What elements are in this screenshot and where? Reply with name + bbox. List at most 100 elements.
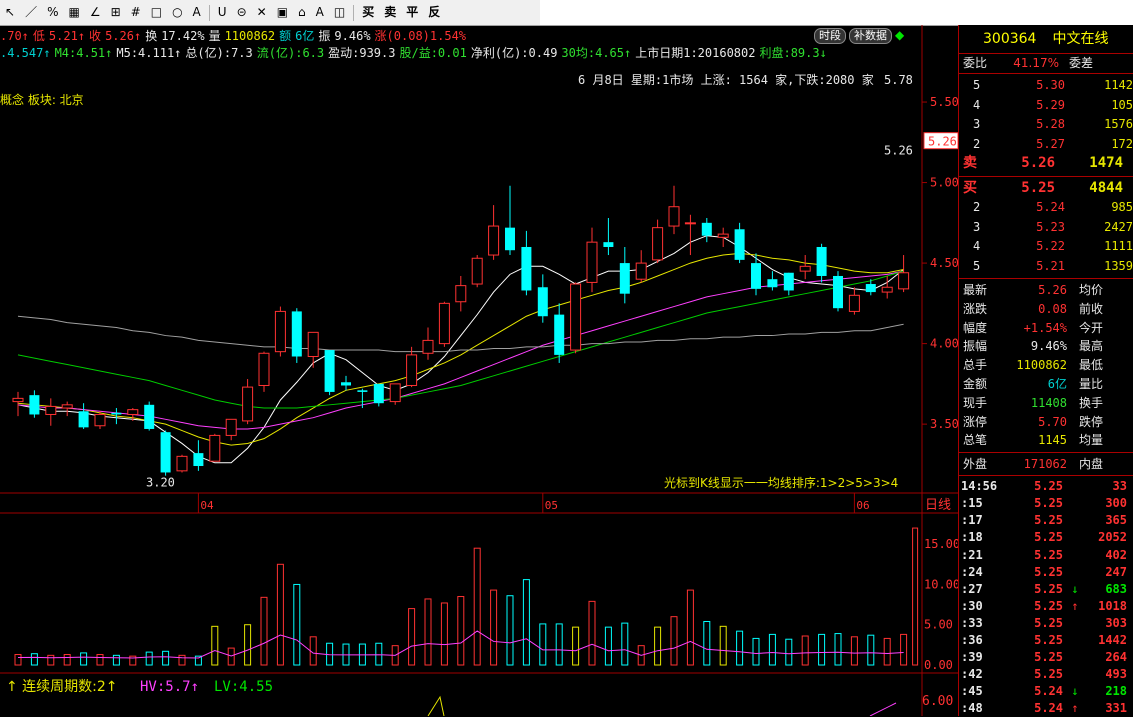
tick-volume: 331	[1105, 701, 1127, 716]
volume-bar	[670, 616, 678, 666]
buy-level-row[interactable]: 5 5.21 1359	[959, 257, 1133, 277]
tick-volume: 300	[1105, 496, 1127, 511]
buy-level-row[interactable]: 2 5.24 985	[959, 198, 1133, 218]
stock-code: 300364	[983, 31, 1037, 47]
quote-table: 最新 5.26 均价 涨跌 0.08 前收 幅度 +1.54% 今开 振幅 9.46% 最高 总手 110…	[959, 279, 1133, 454]
tick-arrow-icon: ↓	[1071, 581, 1079, 596]
buy-order-book: 买 5.25 4844 2 5.24 985 3 5.23 2427 4 5.22 1111 5 5.21…	[959, 177, 1133, 279]
candle-body-down	[767, 279, 778, 288]
quote-row: 涨停 5.70 跌停	[959, 413, 1133, 432]
tool-eraser-icon[interactable]: ⊝	[232, 2, 252, 23]
tool-grid-icon[interactable]: ▦	[63, 2, 84, 23]
sell-level-row[interactable]: 3 5.28 1576	[959, 115, 1133, 135]
volume-bar	[30, 653, 38, 666]
tick-row: :42 5.25 493	[959, 666, 1133, 683]
price-tick-label: 5.50	[930, 95, 958, 109]
volume-bar	[912, 527, 919, 666]
tool-lock-icon[interactable]: ▣	[272, 2, 293, 23]
candle-body-up	[406, 354, 418, 386]
weibi-label: 委比	[963, 56, 988, 70]
tick-list[interactable]: 14:56 5.25 33:15 5.25 300:17 5.25 365:18 5.25 20…	[959, 476, 1133, 717]
quote-label: 总笔	[963, 433, 988, 448]
quote-label-right: 最低	[1079, 358, 1104, 373]
quote-label: 幅度	[963, 320, 988, 335]
volume-bar	[736, 630, 744, 666]
tick-volume: 1018	[1098, 598, 1127, 613]
outer-label: 外盘	[963, 457, 988, 472]
tool-buy-icon[interactable]: 买	[357, 2, 379, 23]
tick-volume: 33	[1112, 479, 1127, 494]
candle-body-up	[881, 286, 893, 293]
tick-volume: 303	[1105, 615, 1127, 630]
kline-chart[interactable]: 5.50 5.00 4.50 4.00 3.50 04 05 06 光标到K线显示一一均线排序:…	[0, 25, 958, 716]
quote-label-right: 跌停	[1079, 414, 1104, 429]
buy-level-row[interactable]: 3 5.23 2427	[959, 218, 1133, 238]
level-volume: 1142	[1104, 78, 1133, 92]
tool-home-icon[interactable]: ⌂	[293, 2, 311, 23]
indicator-prefix: ↑ 连续周期数:2↑	[6, 678, 118, 695]
tick-time: :45	[961, 684, 983, 699]
candle-body-down	[734, 229, 745, 260]
tool-layer-icon[interactable]: ◫	[329, 2, 350, 23]
tool-sell-icon[interactable]: 卖	[379, 2, 401, 23]
quote-value: +1.54%	[1023, 320, 1067, 335]
volume-bar	[867, 634, 875, 666]
tool-circle-icon[interactable]: ○	[167, 2, 187, 23]
candle-body-down	[324, 350, 335, 392]
tool-percent-icon[interactable]: %	[42, 2, 63, 23]
tick-arrow-icon	[1063, 529, 1087, 546]
tool-delete-icon[interactable]: ✕	[252, 2, 272, 23]
tool-reverse-icon[interactable]: 反	[423, 2, 445, 23]
tick-row: :18 5.25 2052	[959, 529, 1133, 546]
sell-level-row[interactable]: 卖 5.26 1474	[959, 154, 1133, 174]
tool-line-icon[interactable]: ／	[20, 2, 42, 23]
tool-rect-icon[interactable]: □	[146, 2, 167, 23]
tool-pointer-icon[interactable]: ↖	[0, 2, 20, 23]
level-volume: 985	[1111, 200, 1133, 214]
tool-bars-icon[interactable]: ⊞	[106, 2, 126, 23]
tool-text-color-icon[interactable]: A	[311, 2, 329, 23]
tick-arrow-icon: ↑	[1071, 701, 1079, 716]
candle-body-down	[341, 382, 351, 386]
quote-value: 9.46%	[1030, 339, 1067, 354]
tool-text-icon[interactable]: A	[188, 2, 206, 23]
level-label: 2	[973, 136, 981, 151]
candle-body-down	[619, 263, 630, 294]
volume-bar	[408, 608, 416, 666]
candle-body-up	[848, 294, 860, 312]
volume-bar	[178, 654, 186, 666]
buy-level-row[interactable]: 4 5.22 1111	[959, 237, 1133, 257]
tick-price: 5.25	[1034, 667, 1063, 682]
volume-bar	[686, 589, 694, 666]
quote-row: 现手 11408 换手	[959, 394, 1133, 413]
candle-body-up	[225, 418, 237, 436]
tool-angle-icon[interactable]: ∠	[85, 2, 106, 23]
tick-volume: 247	[1105, 564, 1127, 579]
tick-price: 5.25	[1034, 633, 1063, 648]
level-volume: 1474	[1089, 155, 1123, 171]
tool-magnet-icon[interactable]: U	[213, 2, 232, 23]
quote-label-right: 今开	[1079, 320, 1104, 335]
tick-time: :36	[961, 633, 983, 648]
candle-body-down	[29, 395, 40, 415]
tool-flat-icon[interactable]: 平	[401, 2, 423, 23]
tool-hash-icon[interactable]: #	[126, 2, 146, 23]
tick-volume: 1442	[1098, 633, 1127, 648]
tick-price: 5.25	[1034, 564, 1063, 579]
sell-level-row[interactable]: 5 5.30 1142	[959, 76, 1133, 96]
volume-bar	[785, 638, 793, 666]
candle-body-up	[488, 225, 500, 256]
buy-level-row[interactable]: 买 5.25 4844	[959, 179, 1133, 199]
volume-bar	[834, 633, 842, 666]
volume-bar	[506, 595, 514, 666]
level-price: 5.28	[1036, 117, 1065, 131]
level-price: 5.23	[1036, 219, 1065, 234]
tick-arrow-icon	[1063, 564, 1087, 581]
candle-body-up	[258, 352, 270, 386]
candle-body-up	[684, 222, 696, 225]
candle-body-up	[242, 386, 254, 422]
sell-level-row[interactable]: 4 5.29 105	[959, 96, 1133, 116]
sell-level-row[interactable]: 2 5.27 172	[959, 135, 1133, 155]
quote-label-right: 换手	[1079, 395, 1104, 410]
tick-time: :39	[961, 650, 983, 665]
